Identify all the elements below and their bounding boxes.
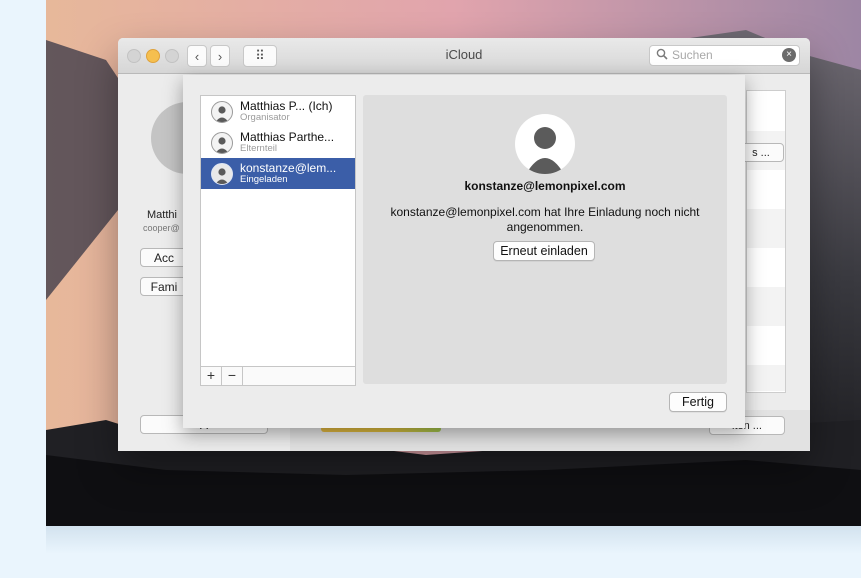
family-label: Fami — [150, 279, 178, 294]
person-icon — [211, 132, 233, 154]
list-controls: + − — [201, 366, 355, 385]
title-bar[interactable]: ‹ › ⠿ iCloud Suchen × — [118, 38, 810, 74]
options-label: s ... — [752, 146, 770, 159]
reinvite-button[interactable]: Erneut einladen — [493, 241, 595, 261]
account-details-label: Acc — [153, 250, 174, 265]
done-button[interactable]: Fertig — [669, 392, 727, 412]
list-item[interactable]: Matthias P... (Ich) Organisator — [201, 96, 355, 127]
family-sheet: Matthias P... (Ich) Organisator Matthias… — [183, 75, 745, 428]
member-name: Matthias Parthe... — [240, 130, 335, 144]
list-item-selected[interactable]: konstanze@lem... Eingeladen — [201, 158, 355, 189]
member-role: Organisator — [240, 112, 290, 123]
account-email: cooper@ — [143, 223, 180, 233]
search-placeholder: Suchen — [672, 48, 713, 62]
add-member-button[interactable]: + — [201, 367, 222, 385]
desktop-shadow — [46, 526, 861, 554]
done-label: Fertig — [682, 395, 714, 409]
person-icon — [211, 101, 233, 123]
person-avatar-icon — [515, 114, 575, 174]
remove-member-button[interactable]: − — [222, 367, 243, 385]
member-email: konstanze@lemonpixel.com — [464, 179, 626, 193]
member-role: Eingeladen — [240, 174, 288, 185]
invitation-status-message: konstanze@lemonpixel.com hat Ihre Einlad… — [390, 205, 700, 234]
services-list[interactable] — [746, 90, 786, 393]
member-name: Matthias P... (Ich) — [240, 99, 333, 113]
member-role: Elternteil — [240, 143, 277, 154]
family-members-list[interactable]: Matthias P... (Ich) Organisator Matthias… — [200, 95, 356, 386]
person-icon — [211, 163, 233, 185]
family-button[interactable]: Fami — [140, 277, 188, 296]
account-name: Matthi — [147, 209, 177, 221]
clear-search-icon[interactable]: × — [782, 48, 796, 62]
member-name: konstanze@lem... — [240, 161, 337, 175]
account-details-button[interactable]: Acc — [140, 248, 188, 267]
search-field[interactable]: Suchen × — [649, 45, 800, 66]
reinvite-label: Erneut einladen — [500, 244, 588, 258]
member-detail-panel: konstanze@lemonpixel.com konstanze@lemon… — [363, 95, 727, 384]
search-icon — [656, 48, 668, 60]
list-item[interactable]: Matthias Parthe... Elternteil — [201, 127, 355, 158]
